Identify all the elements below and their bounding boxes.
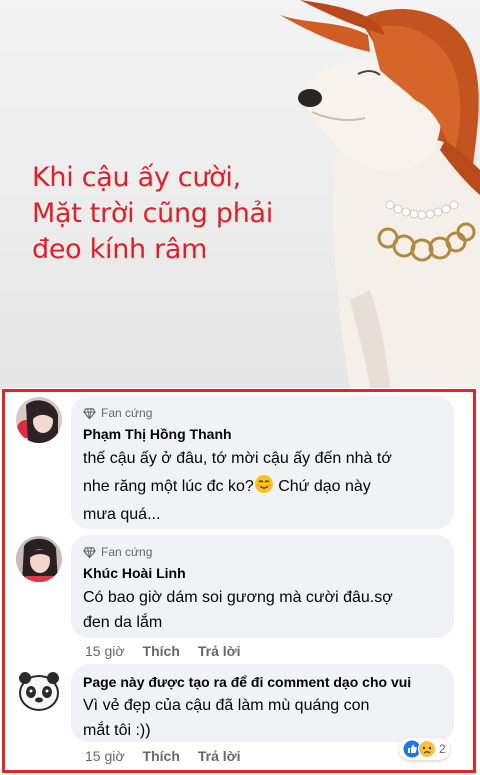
comment-text: Vì vẻ đẹp của cậu đã làm mù quáng con mắ… bbox=[83, 693, 442, 743]
reaction-count: 2 bbox=[439, 742, 446, 756]
comments-section: Fan cứng Phạm Thị Hồng Thanh thế cậu ấy … bbox=[2, 389, 476, 773]
timestamp[interactable]: 15 giờ bbox=[85, 748, 125, 764]
caption-line-3: đeo kính râm bbox=[32, 234, 208, 265]
like-button[interactable]: Thích bbox=[143, 748, 180, 764]
comment-actions: 15 giờ Thích Trả lời bbox=[85, 748, 241, 764]
meme-caption: Khi cậu ấy cười, Mặt trời cũng phải đeo … bbox=[32, 160, 332, 268]
smiling-emoji-icon bbox=[254, 475, 273, 493]
badge-label: Fan cứng bbox=[101, 545, 153, 559]
fan-badge[interactable]: Fan cứng bbox=[83, 405, 442, 421]
caption-line-1: Khi cậu ấy cười, bbox=[32, 162, 241, 193]
comment-line: Có bao giờ dám soi gương mà cười đâu.sợ bbox=[83, 589, 393, 606]
comment-line: mắt tôi :)) bbox=[83, 722, 151, 739]
fan-badge[interactable]: Fan cứng bbox=[83, 544, 442, 560]
comment-text: thế cậu ấy ở đâu, tớ mời cậu ấy đến nhà … bbox=[83, 445, 442, 529]
badge-label: Fan cứng bbox=[101, 406, 153, 420]
comment-line: mưa quá... bbox=[83, 506, 161, 523]
avatar[interactable] bbox=[16, 536, 62, 582]
diamond-icon bbox=[83, 546, 96, 558]
comment-line: nhe răng một lúc đc ko? Chứ dạo này bbox=[83, 473, 442, 501]
reply-button[interactable]: Trả lời bbox=[198, 748, 241, 764]
diamond-icon bbox=[83, 407, 96, 419]
comment-bubble: Fan cứng Khúc Hoài Linh Có bao giờ dám s… bbox=[71, 535, 454, 638]
like-button[interactable]: Thích bbox=[143, 643, 180, 659]
reply-button[interactable]: Trả lời bbox=[198, 643, 241, 659]
comment-text: Có bao giờ dám soi gương mà cười đâu.sợ … bbox=[83, 585, 442, 635]
timestamp[interactable]: 15 giờ bbox=[85, 643, 125, 659]
author-name[interactable]: Phạm Thị Hồng Thanh bbox=[83, 425, 442, 443]
author-name[interactable]: Page này được tạo ra để đi comment dạo c… bbox=[83, 673, 442, 691]
meme-image: Khi cậu ấy cười, Mặt trời cũng phải đeo … bbox=[0, 0, 480, 388]
comment-line-part: nhe răng một lúc đc ko? bbox=[83, 478, 254, 495]
comment-line: Vì vẻ đẹp của cậu đã làm mù quáng con bbox=[83, 697, 370, 714]
comment-line: đen da lắm bbox=[83, 614, 163, 631]
comment-line-part: Chứ dạo này bbox=[273, 478, 371, 495]
avatar[interactable] bbox=[16, 397, 62, 443]
comment-bubble: Fan cứng Phạm Thị Hồng Thanh thế cậu ấy … bbox=[71, 396, 454, 529]
caption-line-2: Mặt trời cũng phải bbox=[32, 198, 273, 229]
avatar[interactable] bbox=[16, 665, 62, 711]
comment-bubble: Page này được tạo ra để đi comment dạo c… bbox=[71, 664, 454, 742]
sad-reaction-icon bbox=[418, 740, 436, 758]
author-name[interactable]: Khúc Hoài Linh bbox=[83, 564, 442, 582]
comment-actions: 15 giờ Thích Trả lời bbox=[85, 643, 241, 659]
reaction-summary[interactable]: 2 bbox=[399, 738, 450, 760]
comment-line: thế cậu ấy ở đâu, tớ mời cậu ấy đến nhà … bbox=[83, 450, 392, 467]
